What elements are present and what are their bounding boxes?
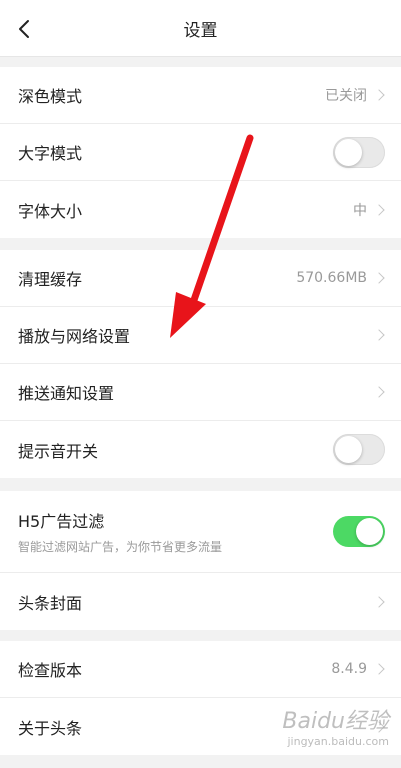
- settings-group-display: 深色模式 已关闭 大字模式 字体大小 中: [0, 67, 401, 238]
- navigation-bar: 设置: [0, 0, 401, 57]
- about-label: 关于头条: [18, 718, 83, 738]
- playback-network-row[interactable]: 播放与网络设置: [0, 307, 401, 364]
- large-text-label: 大字模式: [18, 144, 83, 163]
- check-version-row[interactable]: 检查版本 8.4.9: [0, 641, 401, 698]
- cover-row[interactable]: 头条封面: [0, 573, 401, 630]
- h5-ad-filter-subtitle: 智能过滤网站广告，为你节省更多流量: [18, 540, 223, 554]
- toggle-knob: [335, 138, 362, 166]
- settings-group-about: 检查版本 8.4.9 关于头条: [0, 641, 401, 755]
- chevron-right-icon: [373, 595, 385, 608]
- chevron-right-icon: [373, 386, 385, 398]
- chevron-right-icon: [373, 272, 385, 284]
- h5-ad-filter-label: H5广告过滤: [18, 512, 105, 531]
- cover-label: 头条封面: [18, 593, 83, 613]
- sound-toggle-row: 提示音开关: [0, 421, 401, 478]
- toggle-knob: [356, 518, 383, 545]
- cache-size-value: 570.66MB: [296, 270, 367, 286]
- chevron-right-icon: [373, 720, 385, 733]
- font-size-label: 字体大小: [18, 201, 83, 221]
- page-title: 设置: [183, 20, 218, 41]
- dark-mode-value: 已关闭: [325, 88, 367, 104]
- push-notifications-row[interactable]: 推送通知设置: [0, 364, 401, 421]
- push-notifications-label: 推送通知设置: [18, 384, 115, 403]
- h5-ad-filter-toggle[interactable]: [333, 516, 385, 547]
- font-size-row[interactable]: 字体大小 中: [0, 181, 401, 238]
- h5-ad-filter-row: H5广告过滤 智能过滤网站广告，为你节省更多流量: [0, 491, 401, 573]
- chevron-right-icon: [373, 89, 385, 101]
- about-row[interactable]: 关于头条: [0, 698, 401, 755]
- chevron-right-icon: [373, 203, 385, 216]
- version-value: 8.4.9: [331, 661, 367, 677]
- playback-network-label: 播放与网络设置: [18, 327, 131, 346]
- chevron-right-icon: [373, 329, 385, 341]
- large-text-toggle[interactable]: [333, 136, 385, 168]
- back-icon[interactable]: [14, 18, 36, 40]
- clear-cache-row[interactable]: 清理缓存 570.66MB: [0, 250, 401, 307]
- toggle-knob: [335, 436, 362, 463]
- settings-group-general: 清理缓存 570.66MB 播放与网络设置 推送通知设置 提示音开关: [0, 250, 401, 478]
- dark-mode-label: 深色模式: [18, 87, 83, 106]
- clear-cache-label: 清理缓存: [18, 270, 83, 289]
- check-version-label: 检查版本: [18, 661, 83, 680]
- chevron-right-icon: [373, 663, 385, 675]
- sound-toggle[interactable]: [333, 434, 385, 465]
- large-text-row: 大字模式: [0, 124, 401, 181]
- font-size-value: 中: [353, 202, 367, 219]
- sound-toggle-label: 提示音开关: [18, 441, 99, 461]
- settings-group-content: H5广告过滤 智能过滤网站广告，为你节省更多流量 头条封面: [0, 491, 401, 630]
- dark-mode-row[interactable]: 深色模式 已关闭: [0, 67, 401, 124]
